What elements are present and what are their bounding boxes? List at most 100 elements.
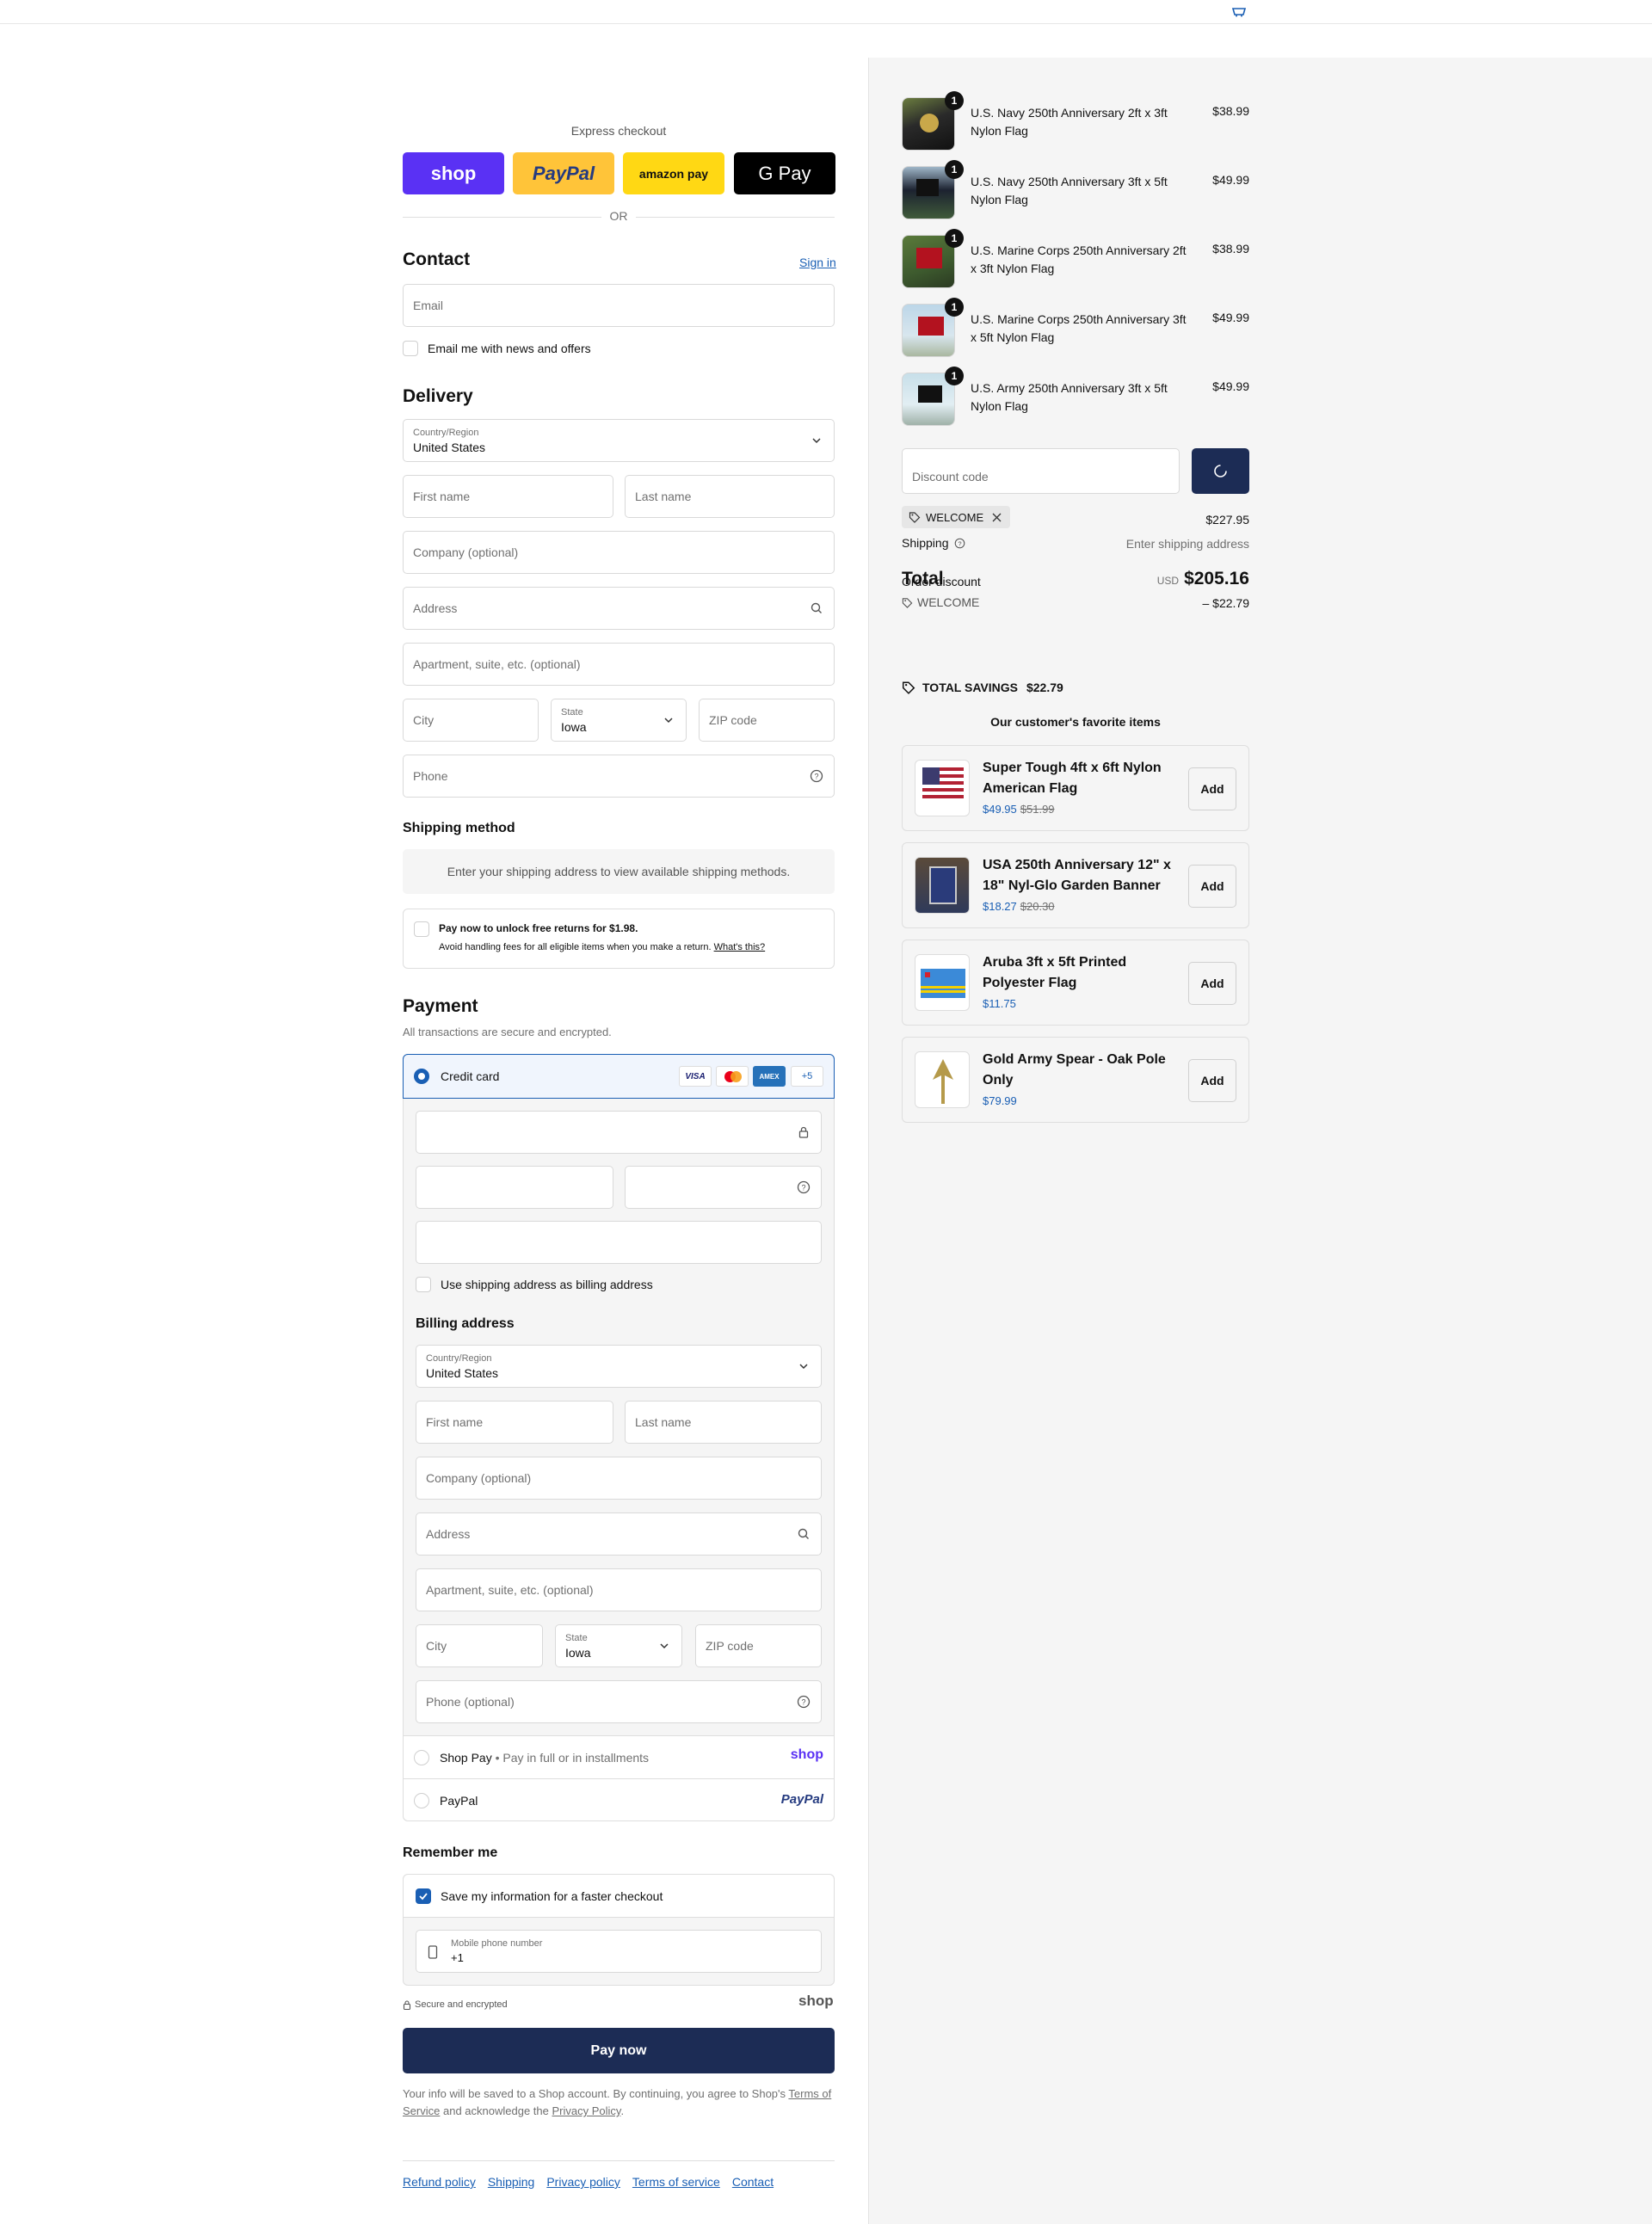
help-icon[interactable]: ? (797, 1695, 811, 1709)
sign-in-link[interactable]: Sign in (799, 256, 836, 269)
total-value: $205.16 (1184, 569, 1249, 588)
recommendations-heading: Our customer's favorite items (990, 715, 1161, 729)
shop-pay-radio[interactable] (414, 1750, 429, 1765)
add-recommendation-button[interactable]: Add (1188, 865, 1236, 908)
email-placeholder: Email (413, 299, 444, 312)
state-select[interactable]: State Iowa (551, 699, 687, 742)
billing-state-label: State (565, 1633, 588, 1643)
or-divider-label: OR (601, 209, 636, 223)
paypal-express-button[interactable]: PayPal (513, 152, 614, 194)
country-select[interactable]: Country/Region United States (403, 419, 835, 462)
cart-item-name: U.S. Marine Corps 250th Anniversary 3ft … (971, 312, 1187, 344)
first-name-field[interactable]: First name (403, 475, 613, 518)
help-icon[interactable]: ? (954, 538, 965, 549)
add-recommendation-button[interactable]: Add (1188, 962, 1236, 1005)
billing-country-select[interactable]: Country/Region United States (416, 1345, 822, 1388)
country-value: United States (413, 440, 486, 454)
privacy-policy-link[interactable]: Privacy Policy (552, 2104, 620, 2117)
phone-field[interactable]: Phone ? (403, 755, 835, 798)
footer-links: Refund policy Shipping Privacy policy Te… (403, 2175, 786, 2189)
shipping-link[interactable]: Shipping (488, 2175, 535, 2189)
last-name-placeholder: Last name (635, 490, 692, 503)
billing-address-placeholder: Address (426, 1527, 471, 1541)
legal-text: Your info will be saved to a Shop accoun… (403, 2085, 835, 2120)
state-label: State (561, 707, 583, 718)
lock-icon (403, 1999, 411, 2010)
newsletter-checkbox[interactable] (403, 341, 418, 356)
tag-icon (902, 681, 915, 694)
billing-last-name-field[interactable]: Last name (625, 1401, 822, 1444)
save-info-row[interactable]: Save my information for a faster checkou… (404, 1875, 834, 1918)
cart-item-name: U.S. Marine Corps 250th Anniversary 2ft … (971, 243, 1187, 275)
cart-icon[interactable] (1231, 5, 1247, 17)
shipping-method-heading: Shipping method (403, 821, 515, 835)
help-icon[interactable]: ? (810, 769, 823, 783)
chevron-down-icon (812, 438, 821, 444)
cart-item-price: $38.99 (1212, 104, 1249, 118)
zip-field[interactable]: ZIP code (699, 699, 835, 742)
card-number-field[interactable] (416, 1111, 822, 1154)
billing-last-name-placeholder: Last name (635, 1415, 692, 1429)
address-field[interactable]: Address (403, 587, 835, 630)
svg-text:?: ? (801, 1184, 805, 1192)
last-name-field[interactable]: Last name (625, 475, 835, 518)
whats-this-link[interactable]: What's this? (714, 942, 766, 952)
billing-city-field[interactable]: City (416, 1624, 543, 1667)
returns-desc: Avoid handling fees for all eligible ite… (439, 942, 712, 952)
billing-zip-placeholder: ZIP code (706, 1639, 754, 1653)
billing-same-checkbox[interactable] (416, 1277, 431, 1292)
billing-apartment-field[interactable]: Apartment, suite, etc. (optional) (416, 1568, 822, 1611)
billing-country-label: Country/Region (426, 1353, 492, 1364)
billing-phone-field[interactable]: Phone (optional) ? (416, 1680, 822, 1723)
paypal-radio[interactable] (414, 1793, 429, 1808)
remove-discount-icon[interactable] (992, 513, 1002, 522)
recommendation-thumbnail (915, 954, 970, 1011)
apartment-field[interactable]: Apartment, suite, etc. (optional) (403, 643, 835, 686)
cart-item-price: $49.99 (1212, 379, 1249, 393)
paypal-option[interactable]: PayPal PayPal (404, 1778, 834, 1820)
pay-now-label: Pay now (590, 2042, 647, 2058)
quantity-badge: 1 (945, 298, 964, 317)
savings-value: $22.79 (1026, 681, 1063, 694)
recommendation-price: $11.75 (983, 997, 1016, 1010)
mobile-phone-field[interactable]: Mobile phone number +1 (416, 1930, 822, 1973)
amazon-pay-button[interactable]: amazon pay (623, 152, 724, 194)
returns-checkbox[interactable] (414, 921, 429, 937)
quantity-badge: 1 (945, 91, 964, 110)
credit-card-radio[interactable] (414, 1069, 429, 1084)
pay-now-button[interactable]: Pay now (403, 2028, 835, 2073)
subtotal-value: $227.95 (1205, 513, 1249, 527)
contact-link[interactable]: Contact (732, 2175, 774, 2189)
card-cvv-field[interactable]: ? (625, 1166, 822, 1209)
billing-zip-field[interactable]: ZIP code (695, 1624, 822, 1667)
cart-item: 1 U.S. Marine Corps 250th Anniversary 3f… (902, 298, 1249, 357)
contact-heading: Contact (403, 250, 471, 269)
refund-policy-link[interactable]: Refund policy (403, 2175, 476, 2189)
add-recommendation-button[interactable]: Add (1188, 767, 1236, 810)
billing-first-name-field[interactable]: First name (416, 1401, 613, 1444)
add-recommendation-button[interactable]: Add (1188, 1059, 1236, 1102)
mobile-label: Mobile phone number (451, 1938, 543, 1949)
shop-pay-option[interactable]: Shop Pay • Pay in full or in installment… (404, 1735, 834, 1778)
billing-company-field[interactable]: Company (optional) (416, 1457, 822, 1500)
shop-pay-button[interactable]: shop (403, 152, 504, 194)
card-name-field[interactable] (416, 1221, 822, 1264)
save-info-checkbox[interactable] (416, 1888, 431, 1904)
terms-of-service-footer-link[interactable]: Terms of service (632, 2175, 720, 2189)
discount-code-field[interactable]: Discount code (902, 448, 1180, 494)
recommendation-name: Gold Army Spear - Oak Pole Only (983, 1052, 1166, 1087)
help-icon[interactable]: ? (797, 1180, 811, 1194)
billing-state-select[interactable]: State Iowa (555, 1624, 682, 1667)
city-field[interactable]: City (403, 699, 539, 742)
apply-discount-button[interactable] (1192, 448, 1249, 494)
google-pay-logo: G Pay (758, 162, 811, 184)
privacy-policy-footer-link[interactable]: Privacy policy (546, 2175, 620, 2189)
google-pay-button[interactable]: G Pay (734, 152, 835, 194)
credit-card-option[interactable]: Credit card VISA AMEX +5 (403, 1054, 835, 1099)
cart-item-name: U.S. Navy 250th Anniversary 3ft x 5ft Ny… (971, 175, 1168, 206)
company-field[interactable]: Company (optional) (403, 531, 835, 574)
email-field[interactable]: Email (403, 284, 835, 327)
payment-heading: Payment (403, 996, 478, 1016)
billing-address-field[interactable]: Address (416, 1512, 822, 1556)
card-expiry-field[interactable] (416, 1166, 613, 1209)
